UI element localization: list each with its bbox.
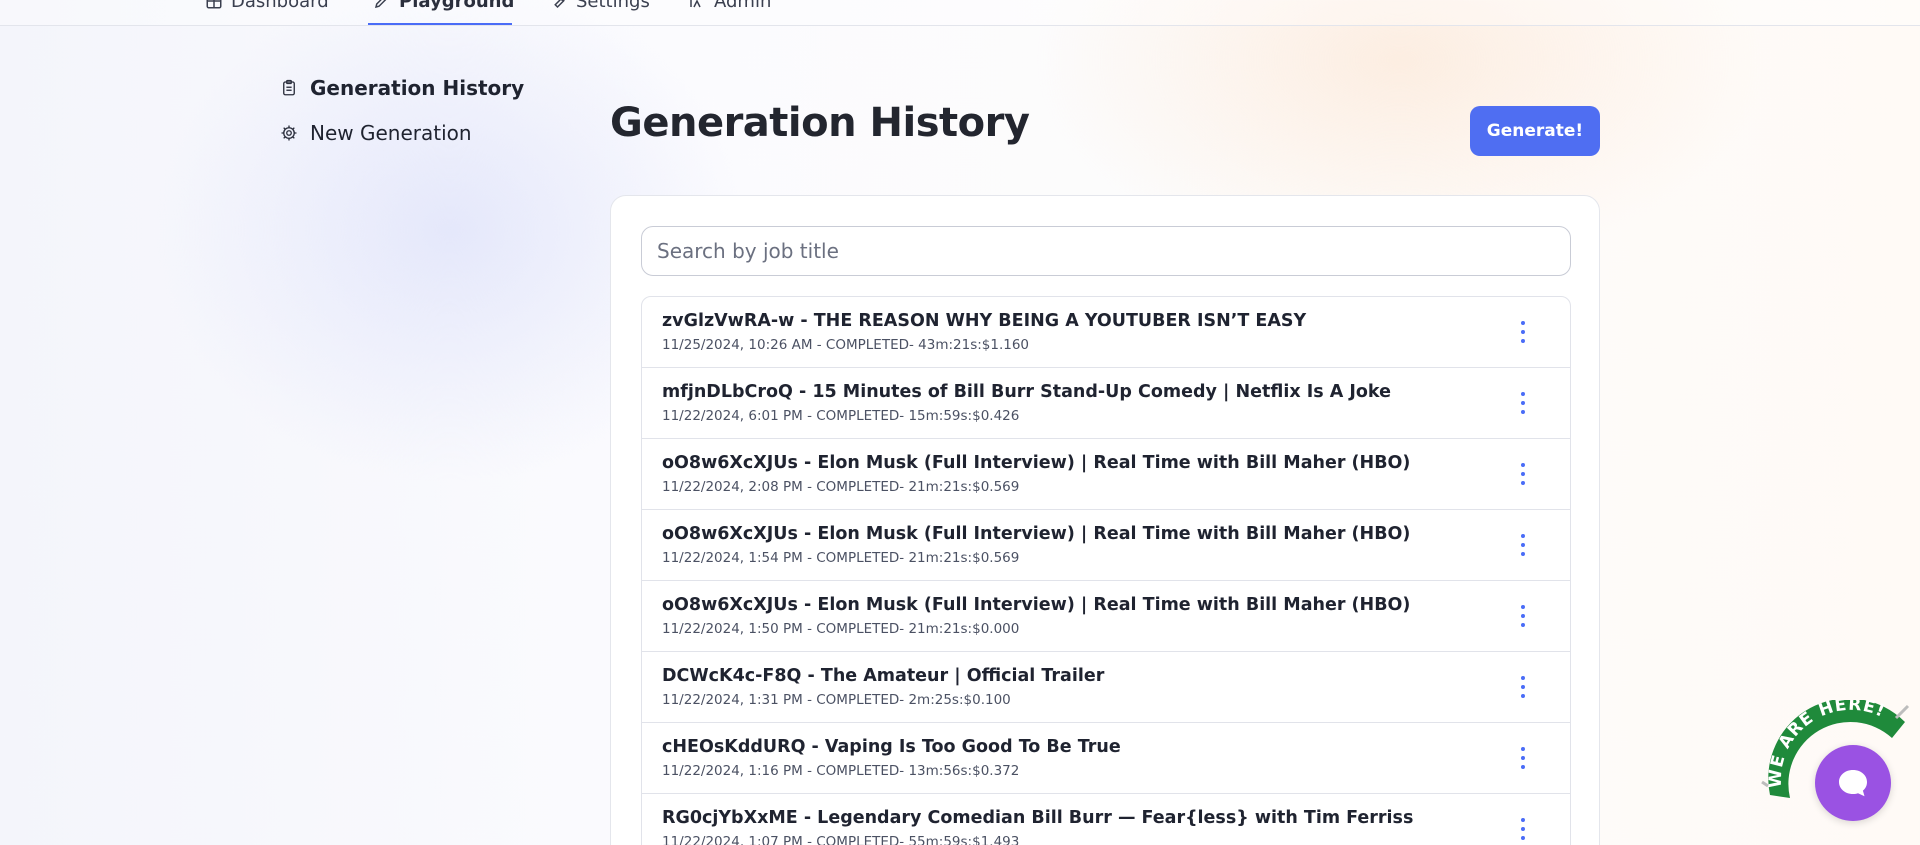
generation-history-card: zvGlzVwRA-w - THE REASON WHY BEING A YOU… xyxy=(610,195,1600,845)
sidebar-item-generation-history[interactable]: Generation History xyxy=(280,75,524,101)
job-list: zvGlzVwRA-w - THE REASON WHY BEING A YOU… xyxy=(641,296,1571,845)
job-row[interactable]: zvGlzVwRA-w - THE REASON WHY BEING A YOU… xyxy=(642,297,1570,368)
job-title: oO8w6XcXJUs - Elon Musk (Full Interview)… xyxy=(662,524,1411,544)
search-input[interactable] xyxy=(641,226,1571,276)
job-row[interactable]: mfjnDLbCroQ - 15 Minutes of Bill Burr St… xyxy=(642,368,1570,439)
job-meta: 11/22/2024, 6:01 PM - COMPLETED- 15m:59s… xyxy=(662,408,1020,424)
more-options-icon[interactable] xyxy=(1516,463,1530,485)
admin-icon xyxy=(690,0,701,8)
more-options-icon[interactable] xyxy=(1516,321,1530,343)
job-title: zvGlzVwRA-w - THE REASON WHY BEING A YOU… xyxy=(662,311,1307,331)
job-row[interactable]: cHEOsKddURQ - Vaping Is Too Good To Be T… xyxy=(642,723,1570,794)
nav-item-label: Admin xyxy=(714,0,772,12)
nav-item-admin[interactable]: Admin xyxy=(688,0,771,12)
job-title: mfjnDLbCroQ - 15 Minutes of Bill Burr St… xyxy=(662,382,1391,402)
job-title: cHEOsKddURQ - Vaping Is Too Good To Be T… xyxy=(662,737,1121,757)
job-meta: 11/25/2024, 10:26 AM - COMPLETED- 43m:21… xyxy=(662,337,1030,353)
job-title: oO8w6XcXJUs - Elon Musk (Full Interview)… xyxy=(662,595,1411,615)
grid-icon xyxy=(206,0,222,9)
job-meta: 11/22/2024, 1:54 PM - COMPLETED- 21m:21s… xyxy=(662,550,1020,566)
chat-widget[interactable]: WE ARE HERE! xyxy=(1760,700,1910,840)
cog-icon xyxy=(281,125,297,141)
nav-item-label: Playground xyxy=(399,0,515,12)
job-meta: 11/22/2024, 1:07 PM - COMPLETED- 55m:59s… xyxy=(662,834,1020,845)
job-meta: 11/22/2024, 1:50 PM - COMPLETED- 21m:21s… xyxy=(662,621,1020,637)
nav-item-label: Dashboard xyxy=(231,0,329,12)
top-navigation: Dashboard Playground Settings Admin xyxy=(0,0,1920,26)
more-options-icon[interactable] xyxy=(1516,605,1530,627)
generate-button[interactable]: Generate! xyxy=(1470,106,1600,156)
chat-icon xyxy=(1839,770,1867,797)
job-row[interactable]: RG0cjYbXxME - Legendary Comedian Bill Bu… xyxy=(642,794,1570,845)
more-options-icon[interactable] xyxy=(1516,747,1530,769)
more-options-icon[interactable] xyxy=(1516,534,1530,556)
job-title: oO8w6XcXJUs - Elon Musk (Full Interview)… xyxy=(662,453,1411,473)
chat-button[interactable] xyxy=(1815,745,1891,821)
job-title: DCWcK4c-F8Q - The Amateur | Official Tra… xyxy=(662,666,1105,686)
sidebar-item-new-generation[interactable]: New Generation xyxy=(280,120,472,146)
nav-item-label: Settings xyxy=(576,0,650,12)
more-options-icon[interactable] xyxy=(1516,818,1530,840)
page-title: Generation History xyxy=(610,100,1030,146)
job-row[interactable]: oO8w6XcXJUs - Elon Musk (Full Interview)… xyxy=(642,581,1570,652)
nav-item-playground[interactable]: Playground xyxy=(373,0,514,12)
pen-icon xyxy=(374,0,387,9)
wrench-icon xyxy=(554,0,565,9)
more-options-icon[interactable] xyxy=(1516,676,1530,698)
job-meta: 11/22/2024, 1:16 PM - COMPLETED- 13m:56s… xyxy=(662,763,1020,779)
job-meta: 11/22/2024, 2:08 PM - COMPLETED- 21m:21s… xyxy=(662,479,1020,495)
job-row[interactable]: oO8w6XcXJUs - Elon Musk (Full Interview)… xyxy=(642,510,1570,581)
job-row[interactable]: DCWcK4c-F8Q - The Amateur | Official Tra… xyxy=(642,652,1570,723)
nav-item-settings[interactable]: Settings xyxy=(550,0,650,12)
sidebar-item-label: New Generation xyxy=(310,121,472,145)
job-meta: 11/22/2024, 1:31 PM - COMPLETED- 2m:25s:… xyxy=(662,692,1011,708)
sidebar-item-label: Generation History xyxy=(310,76,525,100)
more-options-icon[interactable] xyxy=(1516,392,1530,414)
active-tab-indicator xyxy=(368,23,512,25)
job-row[interactable]: oO8w6XcXJUs - Elon Musk (Full Interview)… xyxy=(642,439,1570,510)
job-title: RG0cjYbXxME - Legendary Comedian Bill Bu… xyxy=(662,808,1414,828)
clipboard-icon xyxy=(283,79,295,96)
nav-item-dashboard[interactable]: Dashboard xyxy=(205,0,329,12)
